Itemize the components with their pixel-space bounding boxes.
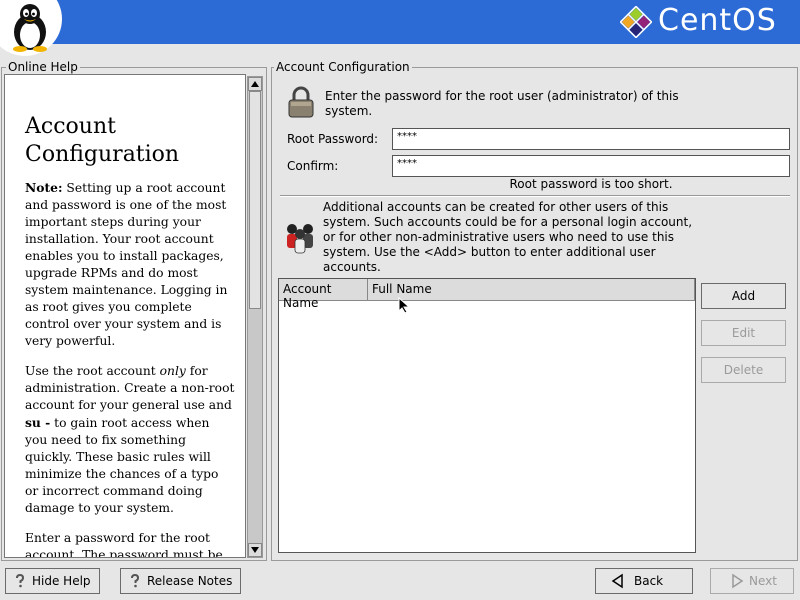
online-help-label: Online Help: [6, 60, 80, 74]
confirm-password-input[interactable]: ****: [392, 155, 790, 177]
release-notes-label: Release Notes: [147, 574, 233, 588]
password-status-message: Root password is too short.: [509, 177, 673, 191]
lock-icon: [288, 86, 314, 118]
tux-penguin-icon: [13, 4, 47, 52]
separator: [280, 195, 790, 197]
root-use-emphasis: only: [159, 364, 186, 378]
arrow-left-icon: [611, 573, 623, 589]
next-button[interactable]: Next: [710, 568, 794, 594]
root-password-input[interactable]: ****: [392, 128, 790, 150]
users-icon: [287, 224, 313, 254]
back-label: Back: [634, 574, 664, 588]
release-notes-button[interactable]: Release Notes: [120, 568, 242, 594]
header-bar: CentOS: [0, 0, 800, 56]
edit-button[interactable]: Edit: [701, 320, 786, 346]
help-paragraph-password: Enter a password for the root account. T…: [25, 531, 223, 558]
help-question-icon: [16, 573, 25, 588]
mouse-cursor-icon: [398, 297, 410, 313]
column-account-name[interactable]: Account Name: [279, 279, 368, 310]
help-paragraph-root-use: Use the root account only for administra…: [25, 363, 235, 517]
scroll-thumb[interactable]: [249, 91, 261, 309]
su-command: su -: [25, 415, 51, 430]
help-paragraph-note: Note: Setting up a root account and pass…: [25, 179, 235, 350]
next-label: Next: [749, 574, 777, 588]
additional-accounts-text: Additional accounts can be created for o…: [323, 200, 693, 274]
confirm-label: Confirm:: [287, 159, 339, 173]
centos-logo-icon: [620, 6, 652, 38]
hide-help-label: Hide Help: [32, 574, 91, 588]
intro-line-1: Enter the password for the root user (ad…: [325, 89, 679, 103]
arrow-right-icon: [732, 573, 744, 589]
brand-title: CentOS: [658, 3, 777, 38]
note-text: Setting up a root account and password i…: [25, 181, 228, 348]
help-text-area[interactable]: Account Configuration Note: Setting up a…: [4, 74, 246, 558]
column-full-name[interactable]: Full Name: [368, 279, 695, 301]
hide-help-button[interactable]: Hide Help: [5, 568, 100, 594]
help-question-icon: [131, 573, 140, 588]
root-use-text-c: to gain root access when you need to fix…: [25, 416, 219, 515]
help-title: Account Configuration: [25, 114, 180, 167]
account-config-label: Account Configuration: [274, 60, 412, 74]
scroll-down-button[interactable]: [248, 543, 262, 557]
help-scrollbar[interactable]: [247, 76, 263, 558]
root-use-text-a: Use the root account: [25, 364, 156, 378]
accounts-table[interactable]: Account Name Full Name: [278, 278, 696, 553]
delete-button[interactable]: Delete: [701, 357, 786, 383]
intro-line-2: system.: [325, 104, 373, 118]
arrow-down-icon: [251, 547, 259, 553]
arrow-up-icon: [251, 81, 259, 87]
root-password-label: Root Password:: [287, 132, 379, 146]
note-label: Note:: [25, 180, 63, 195]
scroll-up-button[interactable]: [248, 77, 262, 91]
add-button[interactable]: Add: [701, 283, 786, 309]
back-button[interactable]: Back: [595, 568, 693, 594]
